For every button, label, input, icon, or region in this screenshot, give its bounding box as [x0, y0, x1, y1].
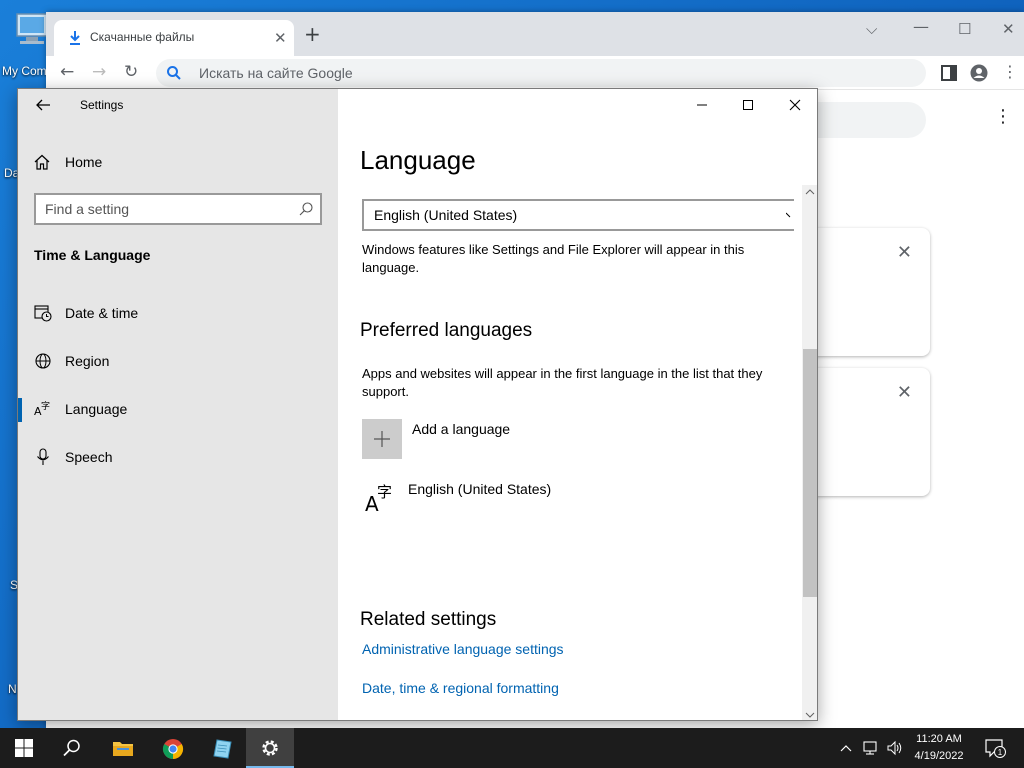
microphone-icon [37, 448, 49, 465]
scroll-up-icon[interactable] [805, 187, 815, 197]
maximize-icon[interactable]: ☐ [958, 20, 971, 38]
chrome-tab-title: Скачанные файлы [90, 30, 195, 44]
close-icon[interactable]: ✕ [1002, 20, 1015, 38]
administrative-language-settings-link[interactable]: Administrative language settings [362, 641, 564, 657]
chrome-toolbar: ← → ↻ Искать на сайте Google ⋮ [46, 56, 1024, 90]
search-icon [167, 66, 181, 80]
category-heading: Time & Language [34, 247, 151, 263]
notification-count: 1 [998, 748, 1003, 757]
calendar-clock-icon [34, 305, 52, 322]
profile-icon[interactable] [970, 64, 988, 82]
minimize-icon[interactable] [692, 95, 712, 115]
omnibox-placeholder: Искать на сайте Google [199, 65, 353, 81]
plus-icon [374, 431, 390, 447]
settings-title: Settings [80, 98, 124, 112]
settings-window: Settings Home Find a setting Time & Lang… [17, 88, 818, 721]
taskbar-clock[interactable]: 11:20 AM 4/19/2022 [906, 731, 972, 765]
taskbar-search-button[interactable] [48, 728, 96, 768]
settings-content: Language English (United States) Windows… [338, 89, 817, 720]
find-setting-input[interactable]: Find a setting [34, 193, 322, 225]
sidebar-item-label: Language [65, 401, 128, 417]
home-icon [34, 154, 50, 170]
sidebar-item-label: Date & time [65, 305, 139, 321]
sidebar-item-label: Region [65, 353, 110, 369]
desktop-icon-label: My Com [2, 64, 47, 78]
notification-icon[interactable]: 1 [984, 738, 1006, 758]
display-language-description: Windows features like Settings and File … [362, 242, 745, 275]
search-icon [63, 739, 80, 757]
notepad-icon [213, 739, 232, 759]
more-options-icon[interactable]: ⋮ [994, 108, 1012, 126]
find-setting-placeholder: Find a setting [45, 201, 130, 217]
download-card: ✕ [806, 368, 930, 496]
reload-icon[interactable]: ↻ [124, 62, 138, 82]
svg-text:字: 字 [41, 400, 50, 412]
minimize-icon[interactable]: — [913, 17, 929, 36]
home-link[interactable]: Home [34, 153, 314, 173]
taskbar: 11:20 AM 4/19/2022 1 [0, 728, 1024, 768]
page-title: Language [360, 145, 476, 175]
clock-date: 4/19/2022 [914, 750, 964, 762]
folder-icon [113, 742, 133, 756]
sidebar-item-speech[interactable]: Speech [18, 440, 338, 476]
taskbar-file-explorer[interactable] [98, 728, 146, 768]
add-language-label[interactable]: Add a language [412, 421, 510, 437]
forward-icon[interactable]: → [92, 62, 106, 82]
svg-text:字: 字 [377, 483, 392, 501]
clock-time: 11:20 AM [916, 733, 962, 745]
preferred-languages-heading: Preferred languages [360, 320, 533, 341]
new-tab-button[interactable]: + [304, 24, 321, 44]
desktop-icon-my-computer[interactable]: My Com [0, 8, 48, 78]
add-language-button[interactable] [362, 419, 402, 459]
related-settings-heading: Related settings [360, 609, 497, 630]
preferred-languages-description: Apps and websites will appear in the fir… [362, 366, 763, 399]
sidebar-item-language[interactable]: A 字 Language [18, 392, 338, 428]
sidebar-item-region[interactable]: Region [18, 344, 338, 380]
windows-display-language-dropdown[interactable]: English (United States) [362, 199, 794, 231]
computer-icon [16, 13, 48, 44]
chevron-down-icon[interactable]: ⌵ [866, 20, 877, 38]
side-panel-icon[interactable] [940, 64, 958, 82]
desktop-fragment: N [8, 682, 17, 696]
download-icon [70, 31, 80, 45]
chevron-down-icon [786, 212, 791, 218]
windows-logo-icon [15, 739, 33, 757]
close-icon[interactable]: ✕ [897, 382, 912, 403]
dropdown-value: English (United States) [374, 207, 518, 223]
volume-icon[interactable] [886, 740, 904, 756]
globe-icon [35, 353, 51, 369]
taskbar-chrome[interactable] [148, 728, 196, 768]
search-icon [299, 202, 313, 216]
back-icon[interactable]: ← [60, 62, 74, 82]
taskbar-settings[interactable] [246, 728, 294, 768]
download-card: ✕ [806, 228, 930, 356]
scrollbar-thumb[interactable] [803, 349, 817, 597]
close-icon[interactable] [785, 95, 805, 115]
chrome-icon [162, 739, 184, 760]
gear-icon [262, 740, 278, 756]
close-icon[interactable]: ✕ [897, 242, 912, 263]
sidebar-item-date-time[interactable]: Date & time [18, 296, 338, 332]
start-button[interactable] [0, 728, 48, 768]
network-icon[interactable] [862, 740, 880, 756]
scroll-down-icon[interactable] [805, 710, 815, 720]
omnibox[interactable]: Искать на сайте Google [156, 59, 926, 87]
home-label: Home [65, 154, 103, 170]
language-icon: A 字 [34, 400, 50, 418]
chrome-tab-downloads[interactable]: Скачанные файлы ✕ [54, 20, 294, 56]
back-arrow-icon[interactable] [34, 96, 52, 114]
taskbar-app[interactable] [198, 728, 246, 768]
scrollbar[interactable] [802, 185, 817, 720]
language-icon: A 字 [365, 483, 392, 515]
date-time-regional-formatting-link[interactable]: Date, time & regional formatting [362, 680, 559, 696]
language-list-item[interactable]: English (United States) [408, 481, 551, 497]
chrome-menu-icon[interactable]: ⋮ [1002, 62, 1018, 82]
sidebar-item-label: Speech [65, 449, 113, 465]
maximize-icon[interactable] [738, 95, 758, 115]
chrome-tab-strip: Скачанные файлы ✕ + ⌵ — ☐ ✕ [46, 12, 1024, 56]
chevron-up-icon[interactable] [838, 740, 854, 756]
settings-sidebar: Settings Home Find a setting Time & Lang… [18, 89, 338, 720]
close-tab-icon[interactable]: ✕ [274, 29, 287, 47]
